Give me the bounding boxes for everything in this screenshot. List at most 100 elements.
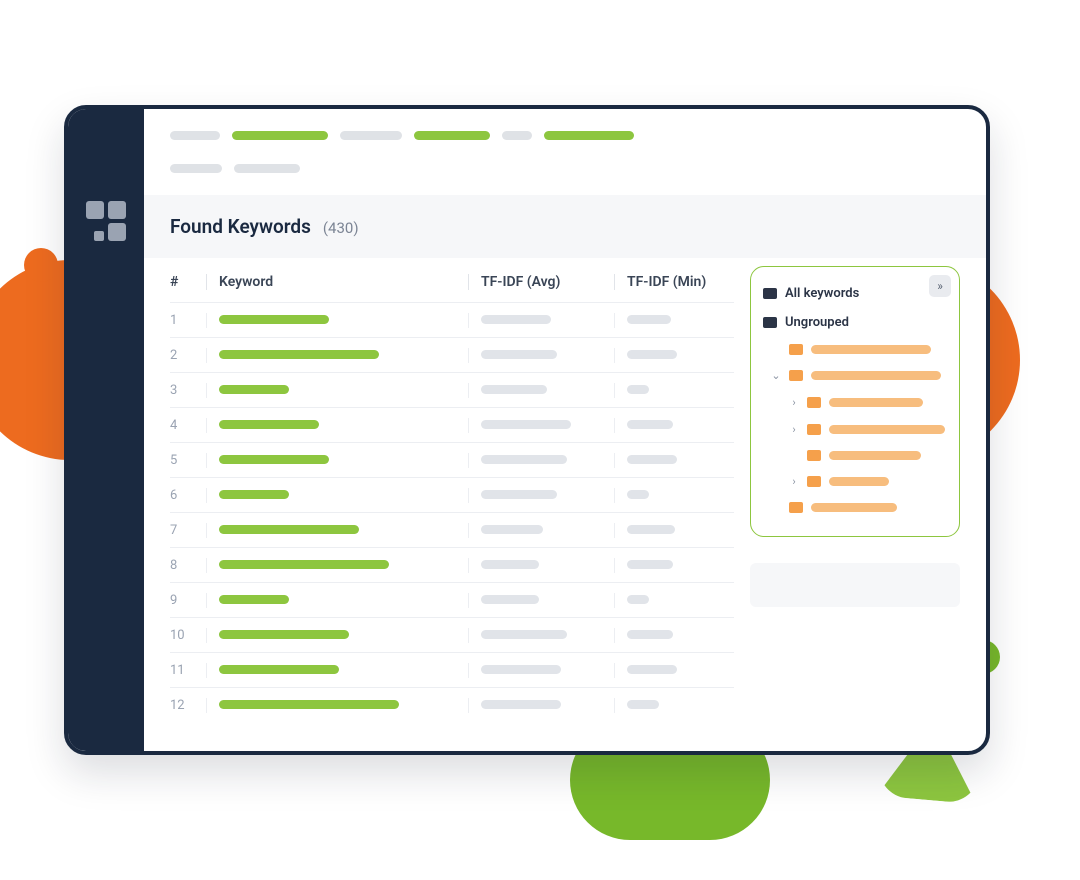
col-tfidf-min[interactable]: TF-IDF (Min) xyxy=(614,274,734,290)
cell-tfidf-min xyxy=(614,418,734,433)
cell-keyword xyxy=(206,558,468,573)
chevron-right-icon[interactable]: › xyxy=(789,423,799,436)
table-row[interactable]: 2 xyxy=(170,337,734,372)
breadcrumb-segment[interactable] xyxy=(340,131,402,140)
cell-keyword xyxy=(206,488,468,503)
folder-label-placeholder xyxy=(829,477,889,486)
folder-label-placeholder xyxy=(829,451,921,460)
cell-keyword xyxy=(206,628,468,643)
breadcrumb-segment[interactable] xyxy=(234,164,300,173)
row-index: 4 xyxy=(170,418,206,433)
table-row[interactable]: 5 xyxy=(170,442,734,477)
folder-group[interactable] xyxy=(761,443,949,468)
cell-tfidf-min xyxy=(614,348,734,363)
bg-orange-dot xyxy=(24,248,58,282)
row-index: 10 xyxy=(170,628,206,643)
col-index[interactable]: # xyxy=(170,274,206,290)
table-row[interactable]: 6 xyxy=(170,477,734,512)
cell-tfidf-avg xyxy=(468,348,614,363)
table-row[interactable]: 7 xyxy=(170,512,734,547)
table-row[interactable]: 12 xyxy=(170,687,734,722)
folder-ungrouped[interactable]: Ungrouped xyxy=(761,308,949,337)
app-logo-icon[interactable] xyxy=(86,201,126,241)
cell-keyword xyxy=(206,313,468,328)
folder-label-placeholder xyxy=(811,371,941,380)
folder-icon xyxy=(763,288,777,299)
folder-icon xyxy=(807,397,821,408)
cell-tfidf-avg xyxy=(468,558,614,573)
cell-tfidf-min xyxy=(614,488,734,503)
table-row[interactable]: 1 xyxy=(170,302,734,337)
cell-tfidf-avg xyxy=(468,593,614,608)
table-row[interactable]: 8 xyxy=(170,547,734,582)
cell-tfidf-avg xyxy=(468,698,614,713)
row-index: 6 xyxy=(170,488,206,503)
table-row[interactable]: 10 xyxy=(170,617,734,652)
folder-icon xyxy=(763,317,777,328)
breadcrumb-segment[interactable] xyxy=(544,131,634,140)
cell-keyword xyxy=(206,453,468,468)
folder-icon xyxy=(807,424,821,435)
folder-label-placeholder xyxy=(829,398,923,407)
row-index: 9 xyxy=(170,593,206,608)
table-row[interactable]: 11 xyxy=(170,652,734,687)
result-count: (430) xyxy=(323,219,359,237)
folder-group[interactable]: › xyxy=(761,389,949,416)
chevron-right-icon[interactable]: › xyxy=(789,396,799,409)
row-index: 1 xyxy=(170,313,206,328)
breadcrumb-segment[interactable] xyxy=(170,164,222,173)
cell-tfidf-min xyxy=(614,558,734,573)
cell-tfidf-avg xyxy=(468,453,614,468)
folder-label-placeholder xyxy=(811,345,931,354)
side-panel-widget[interactable] xyxy=(750,563,960,607)
keyword-table: # Keyword TF-IDF (Avg) TF-IDF (Min) 1234… xyxy=(170,258,750,751)
chevron-down-icon[interactable]: ⌄ xyxy=(771,369,781,382)
chevron-right-icon[interactable]: › xyxy=(789,475,799,488)
cell-tfidf-min xyxy=(614,663,734,678)
row-index: 7 xyxy=(170,523,206,538)
folder-group[interactable]: › xyxy=(761,416,949,443)
breadcrumb-segment[interactable] xyxy=(170,131,220,140)
table-row[interactable]: 3 xyxy=(170,372,734,407)
folder-group[interactable]: › xyxy=(761,468,949,495)
collapse-panel-button[interactable]: » xyxy=(929,275,951,297)
breadcrumb-segment[interactable] xyxy=(414,131,490,140)
col-keyword[interactable]: Keyword xyxy=(206,274,468,290)
breadcrumb-segment[interactable] xyxy=(232,131,328,140)
folder-all-keywords[interactable]: All keywords xyxy=(761,279,949,308)
folder-icon xyxy=(789,344,803,355)
breadcrumb xyxy=(144,131,986,181)
folder-group[interactable] xyxy=(761,337,949,362)
cell-tfidf-avg xyxy=(468,418,614,433)
cell-tfidf-avg xyxy=(468,313,614,328)
cell-tfidf-min xyxy=(614,523,734,538)
cell-keyword xyxy=(206,698,468,713)
table-header: # Keyword TF-IDF (Avg) TF-IDF (Min) xyxy=(170,258,734,302)
cell-tfidf-min xyxy=(614,593,734,608)
row-index: 8 xyxy=(170,558,206,573)
folder-icon xyxy=(789,370,803,381)
row-index: 11 xyxy=(170,663,206,678)
main: Found Keywords (430) # Keyword TF-IDF (A… xyxy=(144,109,986,751)
row-index: 2 xyxy=(170,348,206,363)
cell-keyword xyxy=(206,663,468,678)
sidebar xyxy=(68,109,144,751)
folder-icon xyxy=(789,502,803,513)
folder-icon xyxy=(807,450,821,461)
folder-group[interactable]: ⌄ xyxy=(761,362,949,389)
col-tfidf-avg[interactable]: TF-IDF (Avg) xyxy=(468,274,614,290)
cell-tfidf-min xyxy=(614,383,734,398)
row-index: 3 xyxy=(170,383,206,398)
row-index: 12 xyxy=(170,698,206,713)
breadcrumb-segment[interactable] xyxy=(502,131,532,140)
cell-tfidf-min xyxy=(614,698,734,713)
row-index: 5 xyxy=(170,453,206,468)
cell-keyword xyxy=(206,523,468,538)
folder-group[interactable] xyxy=(761,495,949,520)
cell-tfidf-avg xyxy=(468,383,614,398)
cell-keyword xyxy=(206,348,468,363)
table-row[interactable]: 9 xyxy=(170,582,734,617)
folder-label: Ungrouped xyxy=(785,315,849,330)
app-frame: Found Keywords (430) # Keyword TF-IDF (A… xyxy=(64,105,990,755)
table-row[interactable]: 4 xyxy=(170,407,734,442)
